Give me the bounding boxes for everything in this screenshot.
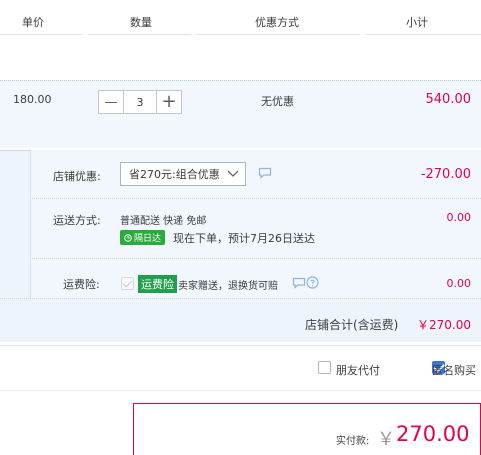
shop-total-label: 店铺合计(含运费)	[305, 318, 399, 332]
next-day-delivery-badge: 隔日达	[120, 230, 166, 245]
shop-total-amount: ￥270.00	[417, 318, 471, 332]
chat-bubble-icon[interactable]	[258, 167, 272, 179]
shop-discount-amount: -270.00	[420, 167, 471, 182]
cart-item-row	[0, 80, 481, 148]
section-divider	[0, 390, 481, 391]
shop-discount-label: 店铺优惠:	[53, 170, 101, 183]
item-promotion: 无优惠	[261, 95, 294, 108]
chevron-down-icon	[227, 170, 239, 177]
payment-label: 实付款:	[336, 436, 370, 447]
shipping-insurance-label: 运费险:	[63, 278, 100, 291]
shipping-insurance-text: 卖家赠送，退换货可赔	[178, 281, 278, 292]
quantity-increase-button[interactable]: +	[156, 90, 182, 114]
quantity-stepper[interactable]: — 3 +	[98, 90, 182, 114]
minus-icon: —	[104, 94, 118, 110]
column-header-quantity: 数量	[130, 16, 152, 29]
anonymous-purchase-label[interactable]: 匿名购买	[432, 362, 481, 378]
header-divider	[196, 34, 360, 35]
item-subtotal: 540.00	[425, 92, 472, 107]
next-day-delivery-text: 隔日达	[134, 234, 162, 244]
chat-bubble-icon[interactable]	[292, 277, 306, 289]
column-header-promotion: 优惠方式	[255, 16, 299, 29]
total-divider	[0, 298, 481, 299]
quantity-decrease-button[interactable]: —	[98, 90, 124, 114]
header-divider	[0, 34, 83, 35]
shipping-insurance-amount: 0.00	[446, 277, 472, 290]
section-divider	[0, 345, 481, 346]
shipping-amount: 0.00	[446, 211, 472, 224]
clock-icon	[124, 233, 132, 242]
shipping-eta: 现在下单，预计7月26日送达	[173, 232, 315, 245]
column-header-subtotal: 小计	[406, 16, 428, 29]
plus-icon: +	[161, 91, 177, 112]
shop-discount-select[interactable]: 省270元:组合优惠	[120, 162, 246, 186]
quantity-input[interactable]: 3	[124, 90, 156, 114]
shop-discount-selected-value: 省270元:组合优惠	[129, 168, 220, 181]
header-divider	[88, 34, 191, 35]
shipping-method-value: 普通配送 快递 免邮	[120, 216, 207, 227]
friend-pay-label[interactable]: 朋友代付	[336, 362, 380, 378]
header-divider	[365, 34, 481, 35]
column-header-price: 单价	[22, 16, 44, 29]
shipping-method-label: 运送方式:	[53, 214, 101, 227]
payment-amount: 270.00	[396, 422, 470, 446]
help-icon[interactable]	[306, 276, 319, 289]
payment-currency: ￥	[377, 429, 395, 450]
shipping-insurance-badge: 运费险	[138, 275, 177, 293]
shipping-insurance-checkbox[interactable]	[121, 277, 134, 290]
friend-pay-checkbox[interactable]	[318, 361, 331, 374]
item-unit-price: 180.00	[13, 93, 52, 106]
row-divider	[30, 198, 481, 199]
row-divider	[30, 258, 481, 259]
